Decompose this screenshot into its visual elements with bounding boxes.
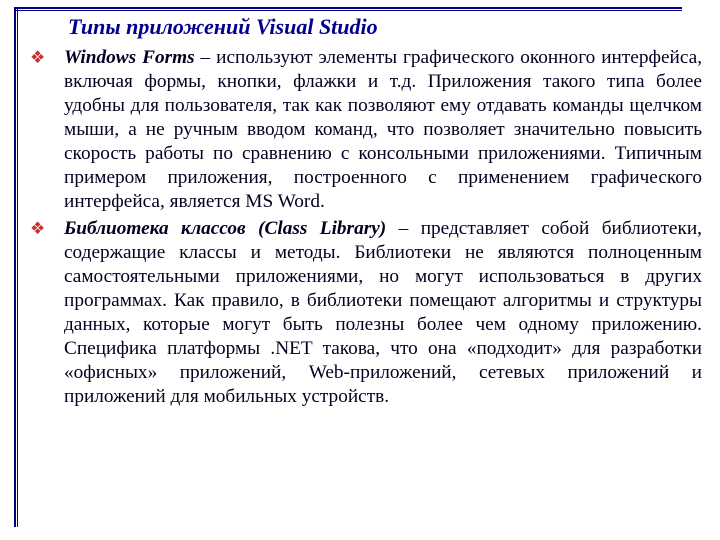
frame-line xyxy=(14,10,682,11)
list-item: Библиотека классов (Class Library) – пре… xyxy=(26,217,702,408)
item-sep: – xyxy=(195,47,217,68)
item-body: используют элементы графического оконног… xyxy=(64,47,702,212)
frame-line xyxy=(14,7,16,527)
frame-line xyxy=(17,7,18,527)
slide: Типы приложений Visual Studio Windows Fo… xyxy=(0,0,720,540)
frame-line xyxy=(14,7,682,9)
item-sep: – xyxy=(386,218,421,239)
item-lead: Библиотека классов (Class Library) xyxy=(64,218,386,239)
content-area: Типы приложений Visual Studio Windows Fo… xyxy=(26,12,702,413)
list-item: Windows Forms – используют элементы граф… xyxy=(26,46,702,213)
bullet-list: Windows Forms – используют элементы граф… xyxy=(26,46,702,409)
page-title: Типы приложений Visual Studio xyxy=(68,14,702,40)
item-body: представляет собой библиотеки, содержащи… xyxy=(64,218,702,406)
item-lead: Windows Forms xyxy=(64,47,195,68)
